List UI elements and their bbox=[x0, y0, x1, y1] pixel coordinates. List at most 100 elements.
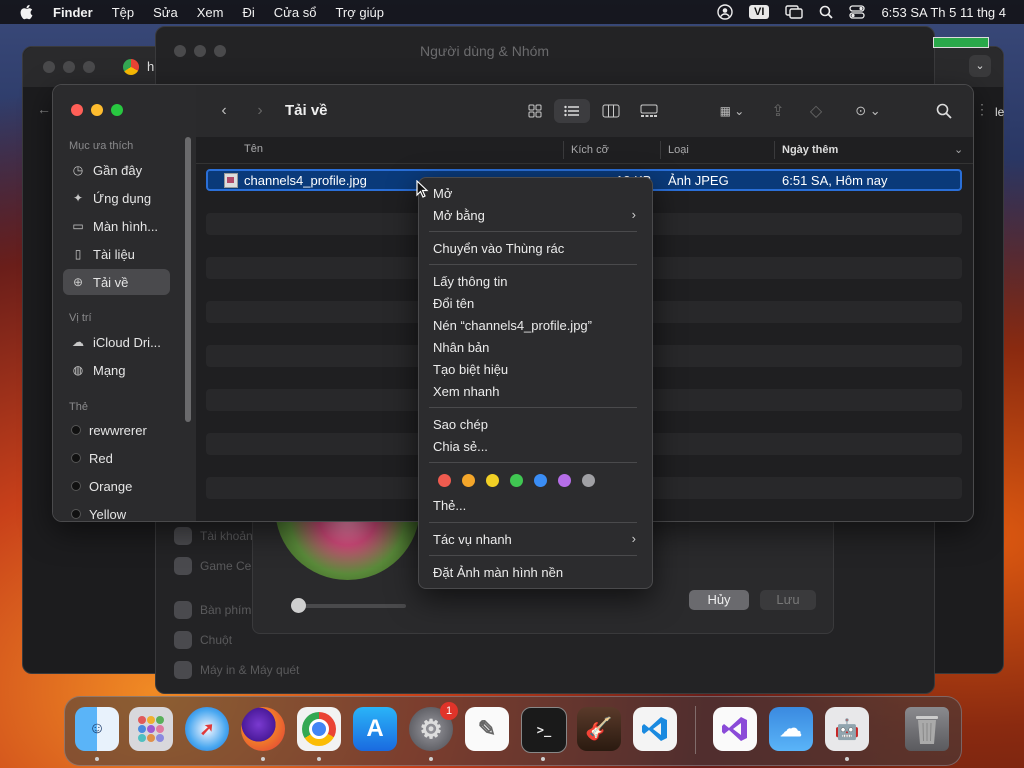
sidebar-tag-yellow[interactable]: Yellow bbox=[63, 501, 170, 521]
dock-chrome-icon[interactable] bbox=[297, 707, 341, 751]
dock-finder-icon[interactable]: ☺ bbox=[75, 707, 119, 751]
settings-item-keyboard[interactable]: Bàn phím bbox=[174, 601, 251, 619]
menu-item-compress[interactable]: Nén “channels4_profile.jpg” bbox=[433, 318, 592, 333]
tag-color-yellow[interactable] bbox=[486, 474, 499, 487]
column-name[interactable]: Tên bbox=[244, 143, 263, 155]
chrome-tab-icon[interactable] bbox=[123, 59, 139, 75]
menu-item-set-desktop-picture[interactable]: Đặt Ảnh màn hình nền bbox=[433, 565, 563, 580]
sidebar-item-icloud[interactable]: ☁ iCloud Dri... bbox=[63, 329, 170, 355]
search-icon[interactable] bbox=[932, 99, 956, 123]
menu-item-duplicate[interactable]: Nhân bản bbox=[433, 340, 489, 355]
menubar-clock[interactable]: 6:53 SA Th 5 11 thg 4 bbox=[881, 5, 1006, 20]
input-source-badge[interactable]: VI bbox=[749, 5, 770, 19]
dock-firefox-icon[interactable] bbox=[241, 707, 285, 751]
icon-view-grid-icon[interactable] bbox=[522, 99, 548, 123]
menu-file[interactable]: Tệp bbox=[112, 5, 134, 20]
tag-icon[interactable]: ◇ bbox=[804, 99, 828, 123]
browser-more-icon[interactable]: ⋮ bbox=[975, 101, 989, 118]
tag-color-blue[interactable] bbox=[534, 474, 547, 487]
menu-item-share[interactable]: Chia sẻ... bbox=[433, 439, 488, 454]
dock-garageband-icon[interactable]: 🎸 bbox=[577, 707, 621, 751]
cancel-button[interactable]: Hủy bbox=[689, 590, 749, 610]
dock: ☺ ➚ A ⚙ ✎ >_ 🎸 ☁ 🤖 bbox=[64, 696, 962, 766]
menu-item-open-with[interactable]: Mở bằng bbox=[433, 208, 485, 223]
minimize-button[interactable] bbox=[91, 104, 103, 116]
dock-app-store-icon[interactable]: A bbox=[353, 707, 397, 751]
zoom-button[interactable] bbox=[111, 104, 123, 116]
control-center-icon[interactable] bbox=[849, 5, 866, 19]
menu-item-make-alias[interactable]: Tạo biệt hiệu bbox=[433, 362, 508, 377]
menu-edit[interactable]: Sửa bbox=[153, 5, 178, 20]
menu-item-get-info[interactable]: Lấy thông tin bbox=[433, 274, 507, 289]
settings-item-accounts[interactable]: Tài khoản bbox=[174, 527, 253, 545]
menu-item-open[interactable]: Mở bbox=[433, 186, 452, 201]
sidebar-item-desktop[interactable]: ▭ Màn hình... bbox=[63, 213, 170, 239]
menu-item-copy[interactable]: Sao chép bbox=[433, 417, 488, 432]
dock-textedit-icon[interactable]: ✎ bbox=[465, 707, 509, 751]
dock-weather-icon[interactable]: ☁ bbox=[769, 707, 813, 751]
sidebar-item-documents[interactable]: ▯ Tài liệu bbox=[63, 241, 170, 267]
dock-launchpad-icon[interactable] bbox=[129, 707, 173, 751]
menu-item-quick-look[interactable]: Xem nhanh bbox=[433, 384, 500, 399]
menu-item-quick-actions[interactable]: Tác vụ nhanh bbox=[433, 532, 512, 547]
spotlight-search-icon[interactable] bbox=[819, 5, 834, 19]
dock-terminal-icon[interactable]: >_ bbox=[521, 707, 567, 753]
sidebar-scrollbar[interactable] bbox=[185, 137, 191, 422]
settings-item-mouse[interactable]: Chuột bbox=[174, 631, 232, 649]
tag-color-orange[interactable] bbox=[462, 474, 475, 487]
sidebar-item-downloads[interactable]: ⊕ Tải về bbox=[63, 269, 170, 295]
menu-go[interactable]: Đi bbox=[242, 5, 254, 20]
sidebar-item-recents[interactable]: ◷ Gần đây bbox=[63, 157, 170, 183]
menu-item-move-to-trash[interactable]: Chuyển vào Thùng rác bbox=[433, 241, 564, 256]
apple-logo-icon[interactable] bbox=[19, 4, 33, 20]
menu-window[interactable]: Cửa sổ bbox=[274, 5, 317, 20]
close-button[interactable] bbox=[71, 104, 83, 116]
menu-item-rename[interactable]: Đổi tên bbox=[433, 296, 474, 311]
sidebar-tag-red[interactable]: Red bbox=[63, 445, 170, 471]
column-kind[interactable]: Loại bbox=[660, 141, 689, 159]
user-account-icon[interactable] bbox=[717, 4, 733, 20]
menu-app-name[interactable]: Finder bbox=[53, 5, 93, 20]
dock-trash-icon[interactable] bbox=[905, 707, 949, 751]
menu-view[interactable]: Xem bbox=[197, 5, 224, 20]
browser-menu-chevron-icon[interactable]: ⌄ bbox=[969, 55, 991, 77]
menu-divider bbox=[429, 522, 637, 523]
image-file-icon bbox=[224, 173, 238, 188]
browser-back-arrow-icon[interactable]: ← bbox=[37, 101, 51, 117]
sidebar-item-network[interactable]: ◍ Mạng bbox=[63, 357, 170, 383]
sidebar-item-applications[interactable]: ✦ Ứng dụng bbox=[63, 185, 170, 211]
sidebar-tag-rewwrerer[interactable]: rewwrerer bbox=[63, 417, 170, 443]
save-button[interactable]: Lưu bbox=[760, 590, 816, 610]
dock-safari-icon[interactable]: ➚ bbox=[185, 707, 229, 751]
settings-item-printers[interactable]: Máy in & Máy quét bbox=[174, 661, 299, 679]
screen-mirroring-icon[interactable] bbox=[785, 5, 804, 19]
window-title: Tải về bbox=[285, 102, 328, 119]
menu-help[interactable]: Trợ giúp bbox=[335, 5, 384, 20]
dock-visual-studio-icon[interactable] bbox=[713, 707, 757, 751]
tag-color-red[interactable] bbox=[438, 474, 451, 487]
zoom-slider-track[interactable] bbox=[296, 604, 406, 608]
group-by-icon[interactable]: ▦ ⌄ bbox=[712, 99, 752, 123]
tag-color-green[interactable] bbox=[510, 474, 523, 487]
tag-color-gray[interactable] bbox=[582, 474, 595, 487]
dock-vscode-icon[interactable] bbox=[633, 707, 677, 751]
zoom-slider-knob[interactable] bbox=[291, 598, 306, 613]
tag-dot-icon bbox=[71, 425, 81, 435]
list-view-icon[interactable] bbox=[554, 99, 590, 123]
share-icon[interactable]: ⇪ bbox=[766, 99, 790, 123]
column-size[interactable]: Kích cỡ bbox=[563, 141, 609, 159]
action-more-icon[interactable]: ⊙ ⌄ bbox=[848, 99, 888, 123]
browser-tab-title[interactable]: h bbox=[147, 59, 154, 74]
cloud-icon: ☁ bbox=[72, 335, 84, 349]
gallery-view-icon[interactable] bbox=[636, 99, 662, 123]
menu-item-tags[interactable]: Thẻ... bbox=[433, 498, 466, 513]
sidebar-tag-orange[interactable]: Orange bbox=[63, 473, 170, 499]
dock-automator-icon[interactable]: 🤖 bbox=[825, 707, 869, 751]
sort-chevron-icon[interactable]: ⌄ bbox=[954, 143, 963, 156]
back-chevron-icon[interactable]: ‹ bbox=[214, 99, 234, 123]
tag-color-purple[interactable] bbox=[558, 474, 571, 487]
forward-chevron-icon[interactable]: › bbox=[250, 99, 270, 123]
clock-icon: ◷ bbox=[72, 163, 84, 177]
column-view-icon[interactable] bbox=[598, 99, 624, 123]
column-date-added[interactable]: Ngày thêm bbox=[774, 141, 838, 159]
